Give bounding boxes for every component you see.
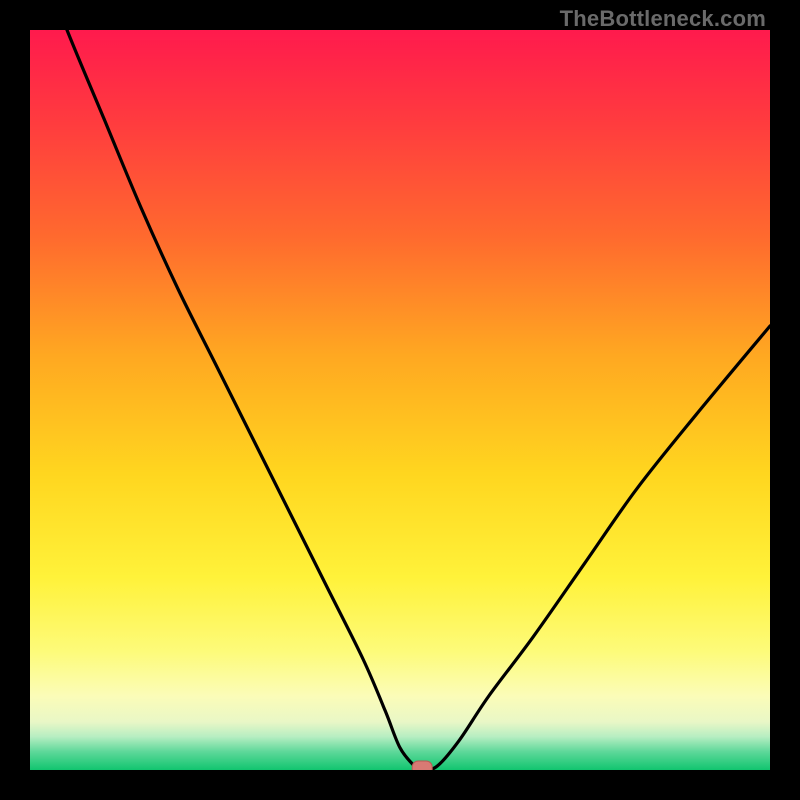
chart-frame: TheBottleneck.com — [0, 0, 800, 800]
curve-layer — [30, 30, 770, 770]
bottleneck-curve — [30, 30, 770, 770]
plot-area — [30, 30, 770, 770]
watermark-text: TheBottleneck.com — [560, 6, 766, 32]
optimal-marker — [412, 761, 432, 770]
